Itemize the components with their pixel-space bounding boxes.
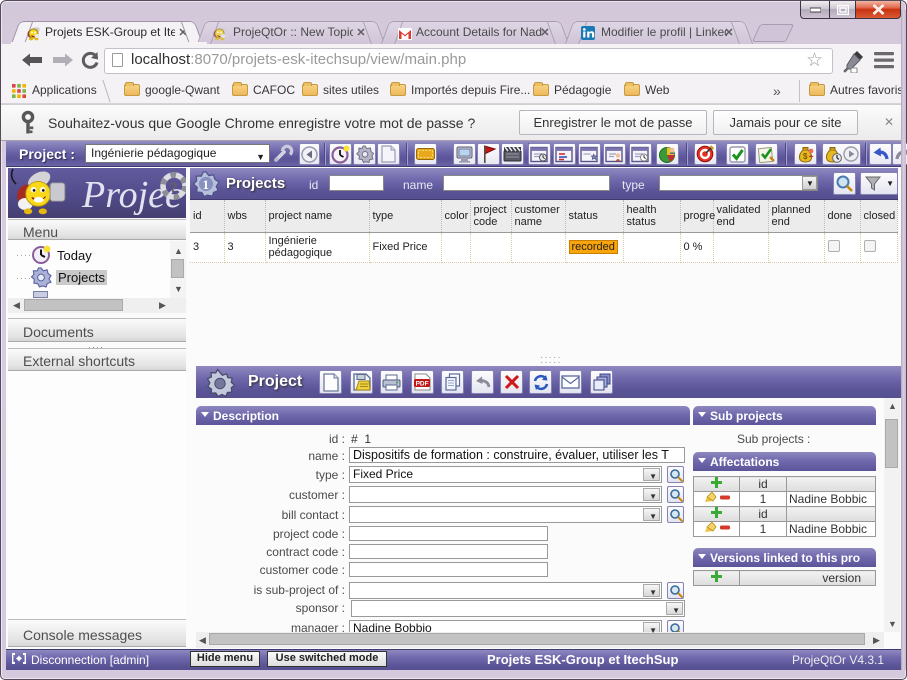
svg-text:PDF: PDF <box>416 381 429 388</box>
svg-text:$: $ <box>803 152 808 161</box>
svg-text:?: ? <box>169 179 178 195</box>
svg-text:1: 1 <box>203 177 210 192</box>
